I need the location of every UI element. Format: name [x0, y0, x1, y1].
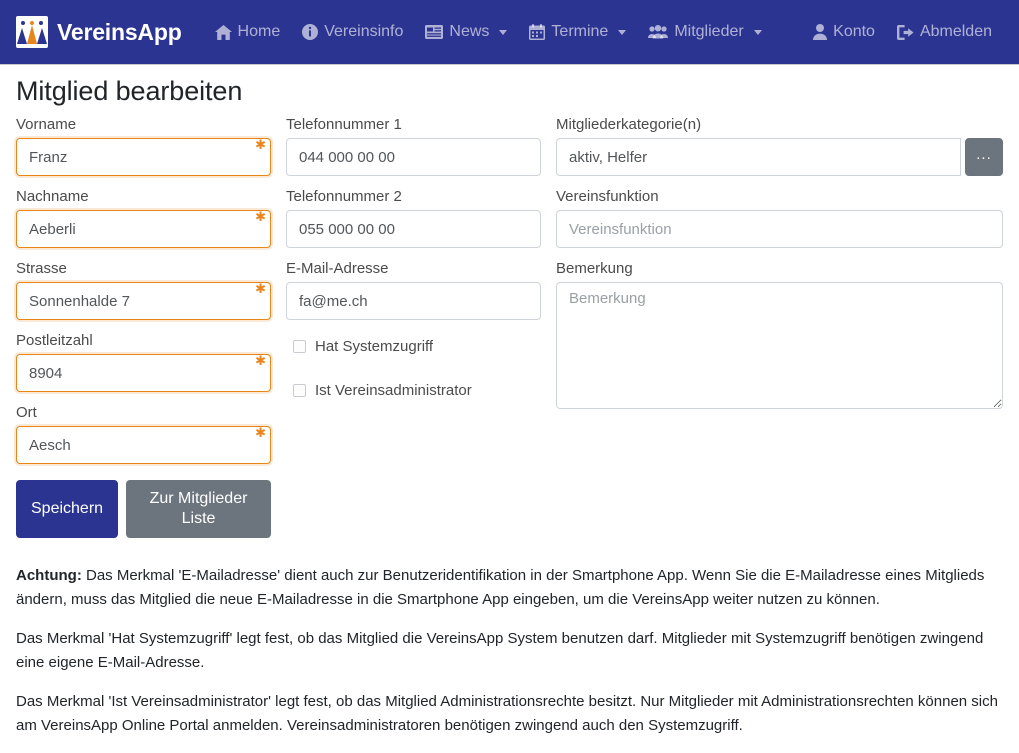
field-strasse-label: Strasse [16, 260, 67, 277]
brand-label: VereinsApp [57, 18, 182, 45]
field-vorname: Vorname ✱ [16, 115, 271, 176]
bemerkung-textarea[interactable] [556, 282, 1003, 409]
field-vorname-label: Vorname [16, 116, 77, 133]
telefon-2-input[interactable] [286, 210, 541, 248]
field-telefon-1: Telefonnummer 1 [286, 115, 541, 176]
form-action-buttons: Speichern Zur Mitglieder Liste [16, 480, 271, 538]
field-telefon-2: Telefonnummer 2 [286, 187, 541, 248]
save-button[interactable]: Speichern [16, 480, 119, 538]
postleitzahl-input[interactable] [16, 354, 271, 392]
nav-item-news[interactable]: News [414, 15, 518, 49]
sign-out-icon [896, 24, 914, 40]
telefon-1-input[interactable] [286, 138, 541, 176]
field-bemerkung: Bemerkung [556, 259, 1003, 409]
help-notes: Achtung: Das Merkmal 'E-Mailadresse' die… [16, 564, 1003, 738]
info-circle-icon [302, 24, 319, 40]
ort-input[interactable] [16, 426, 271, 464]
chevron-down-icon [618, 29, 627, 35]
field-mitgliederkategorie-label: Mitgliederkategorie(n) [556, 116, 702, 133]
field-strasse: Strasse ✱ [16, 259, 271, 320]
field-telefon-2-label: Telefonnummer 2 [286, 188, 402, 205]
nav-item-abmelden[interactable]: Abmelden [886, 15, 1003, 49]
field-nachname-label: Nachname [16, 188, 89, 205]
field-postleitzahl: Postleitzahl ✱ [16, 331, 271, 392]
nav-item-news-label: News [449, 23, 490, 40]
nav-item-konto-label: Konto [833, 23, 875, 40]
field-telefon-1-label: Telefonnummer 1 [286, 116, 402, 133]
note-achtung: Achtung: Das Merkmal 'E-Mailadresse' die… [16, 564, 1003, 612]
note-achtung-prefix: Achtung: [16, 567, 82, 584]
systemzugriff-checkbox[interactable] [293, 340, 306, 353]
nav-item-vereinsinfo-label: Vereinsinfo [324, 23, 404, 40]
nav-item-termine[interactable]: Termine [518, 15, 637, 49]
vereinsadministrator-label: Ist Vereinsadministrator [315, 382, 472, 399]
nav-item-vereinsinfo[interactable]: Vereinsinfo [291, 15, 414, 49]
field-nachname: Nachname ✱ [16, 187, 271, 248]
navbar-menu: Home Vereinsinfo News Termine Mitglieder [204, 15, 773, 49]
nav-item-mitglieder-label: Mitglieder [674, 23, 744, 40]
note-achtung-text: Das Merkmal 'E-Mailadresse' dient auch z… [16, 567, 985, 608]
page-body: Mitglied bearbeiten Vorname ✱ Nachname ✱… [0, 76, 1019, 738]
main-navbar: VereinsApp Home Vereinsinfo News Termine… [0, 0, 1019, 65]
home-icon [214, 24, 232, 40]
chevron-down-icon [499, 29, 508, 35]
nachname-input[interactable] [16, 210, 271, 248]
field-email: E-Mail-Adresse [286, 259, 541, 320]
calendar-icon [529, 24, 546, 40]
field-email-label: E-Mail-Adresse [286, 260, 389, 277]
field-vereinsfunktion: Vereinsfunktion [556, 187, 1003, 248]
field-ort: Ort ✱ [16, 403, 271, 464]
email-input[interactable] [286, 282, 541, 320]
checkbox-row-vereinsadministrator[interactable]: Ist Vereinsadministrator [293, 375, 541, 399]
nav-item-termine-label: Termine [551, 23, 609, 40]
systemzugriff-label: Hat Systemzugriff [315, 338, 434, 355]
field-ort-label: Ort [16, 404, 37, 421]
note-vereinsadministrator: Das Merkmal 'Ist Vereinsadministrator' l… [16, 693, 998, 734]
nav-item-home-label: Home [237, 23, 281, 40]
field-vereinsfunktion-label: Vereinsfunktion [556, 188, 659, 205]
field-postleitzahl-label: Postleitzahl [16, 332, 93, 349]
nav-item-mitglieder[interactable]: Mitglieder [637, 15, 772, 49]
nav-item-konto[interactable]: Konto [802, 15, 886, 49]
note-systemzugriff: Das Merkmal 'Hat Systemzugriff' legt fes… [16, 630, 984, 671]
nav-item-abmelden-label: Abmelden [919, 23, 992, 40]
newspaper-icon [425, 25, 444, 39]
nav-item-home[interactable]: Home [204, 15, 292, 49]
field-mitgliederkategorie: Mitgliederkategorie(n) ... [556, 115, 1003, 176]
brand-link[interactable]: VereinsApp [16, 16, 182, 48]
form-column-personal: Vorname ✱ Nachname ✱ Strasse ✱ [16, 115, 271, 538]
member-list-button[interactable]: Zur Mitglieder Liste [126, 480, 271, 538]
field-bemerkung-label: Bemerkung [556, 260, 633, 277]
navbar-right-menu: Konto Abmelden [802, 15, 1003, 49]
vorname-input[interactable] [16, 138, 271, 176]
page-title: Mitglied bearbeiten [16, 76, 243, 106]
chevron-down-icon [753, 29, 762, 35]
user-icon [813, 24, 828, 40]
vereinsfunktion-input[interactable] [556, 210, 1003, 248]
vereinsapp-logo-icon [16, 16, 48, 48]
checkbox-row-systemzugriff[interactable]: Hat Systemzugriff [293, 331, 541, 355]
category-picker-button[interactable]: ... [965, 138, 1003, 176]
mitgliederkategorie-input[interactable] [556, 138, 961, 176]
form-column-contact: Telefonnummer 1 Telefonnummer 2 E-Mail-A… [286, 115, 541, 419]
vereinsadministrator-checkbox[interactable] [293, 384, 306, 397]
strasse-input[interactable] [16, 282, 271, 320]
mitgliederkategorie-input-group: ... [556, 138, 1003, 176]
form-columns: Vorname ✱ Nachname ✱ Strasse ✱ [16, 115, 1003, 538]
users-icon [648, 25, 669, 39]
form-column-membership: Mitgliederkategorie(n) ... Vereinsfunkti… [556, 115, 1003, 420]
